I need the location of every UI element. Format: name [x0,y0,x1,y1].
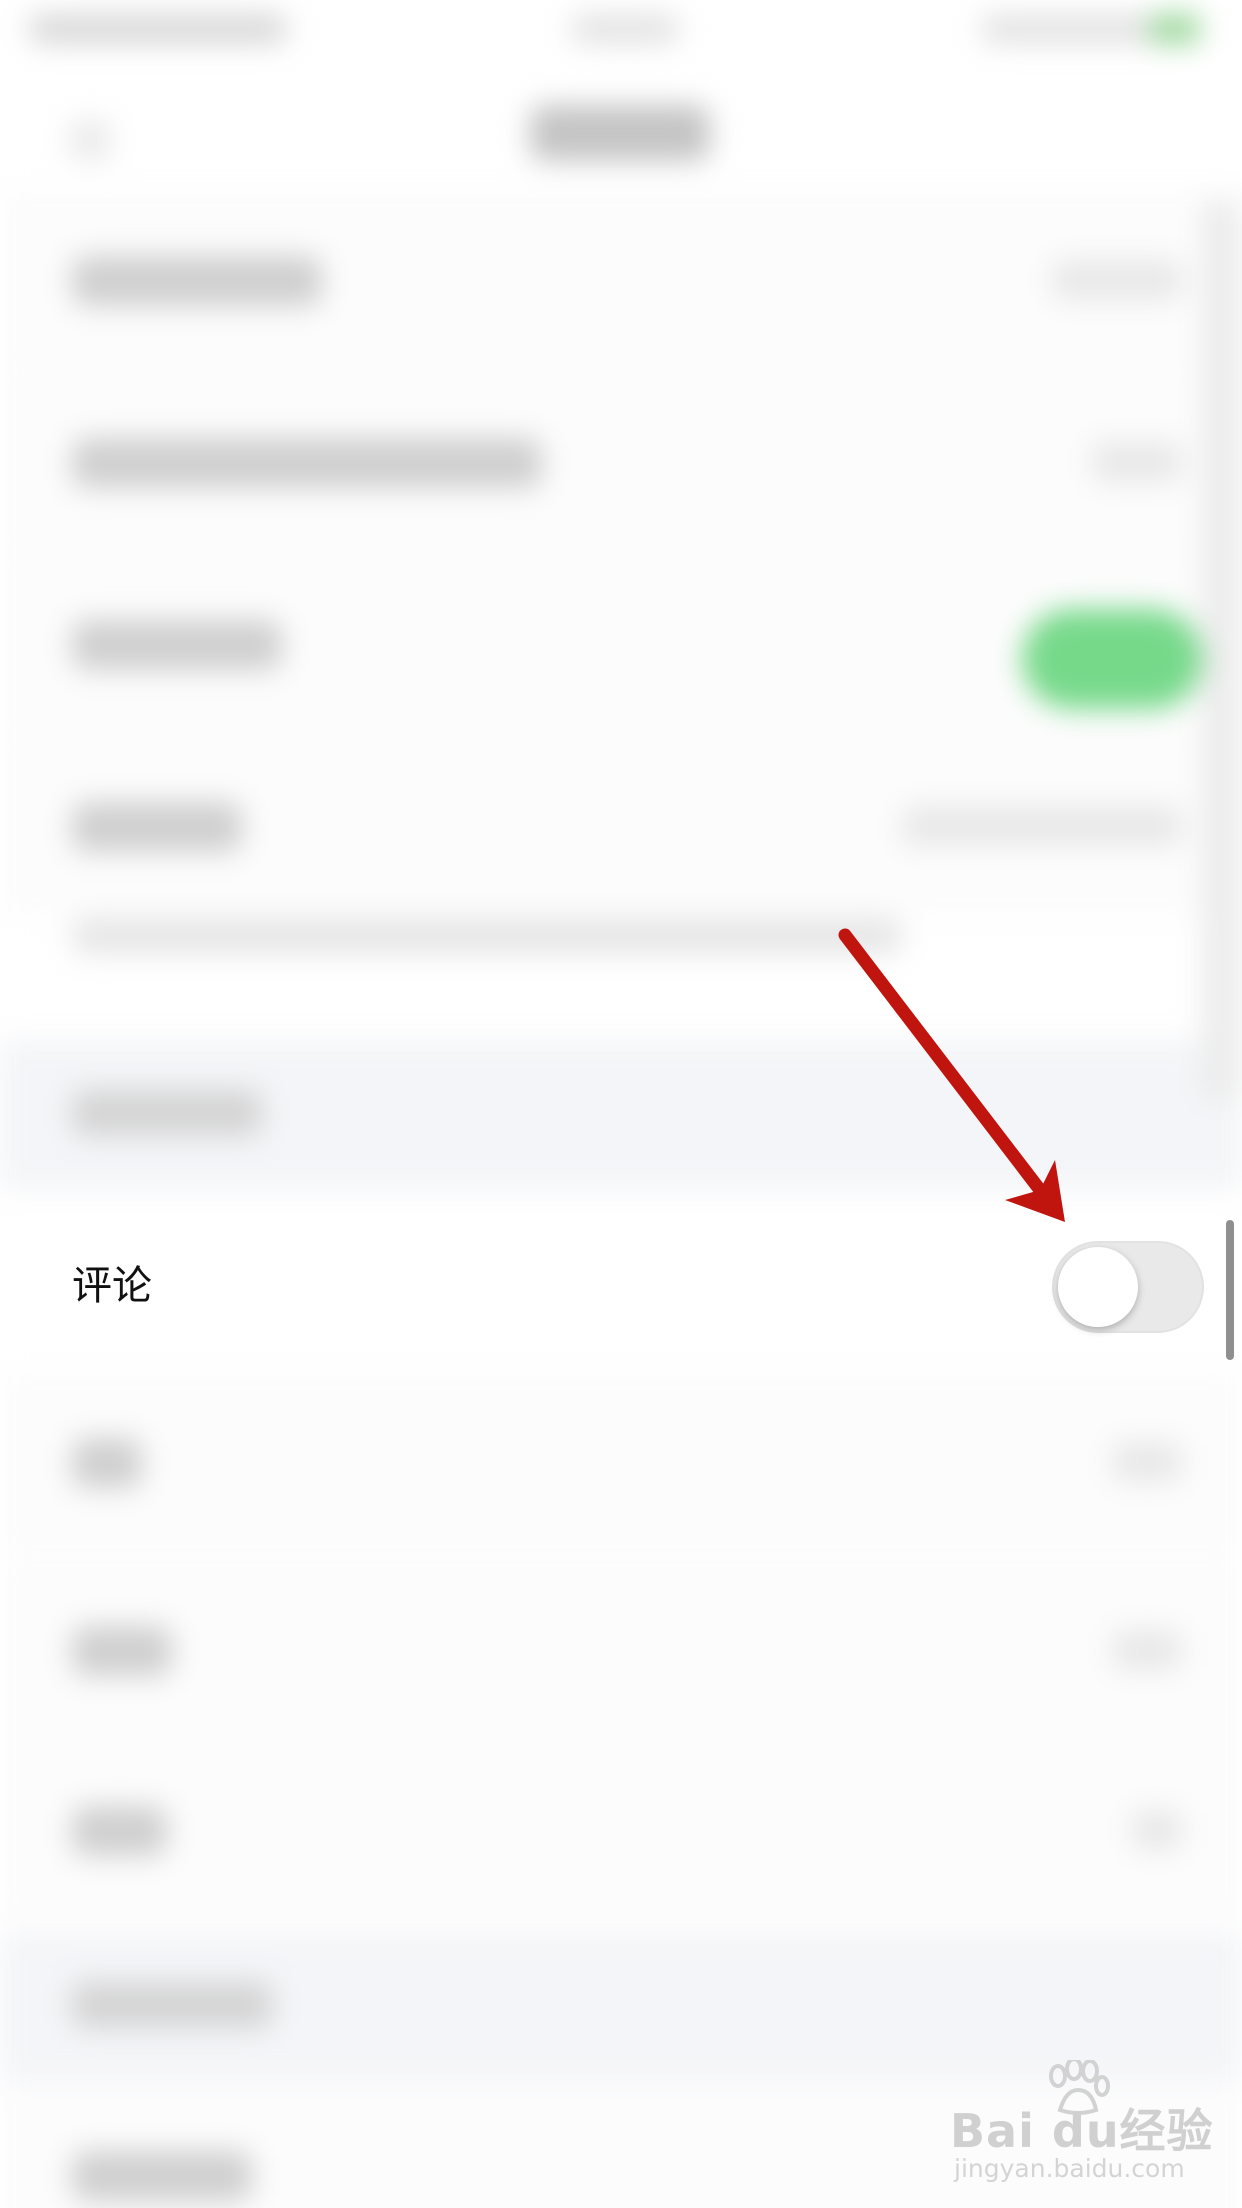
row-label [72,802,242,852]
row-value [1092,442,1182,482]
row-description [72,918,902,954]
settings-row[interactable] [0,372,1242,552]
battery-icon [1150,14,1200,44]
row-value [1052,260,1182,300]
row-label [72,2151,252,2201]
page-title [530,105,710,161]
edge-shadow [1202,200,1242,1100]
status-carrier [28,14,288,44]
row-label [72,620,282,670]
status-bar [0,0,1242,60]
row-label [72,438,542,488]
section-title [72,1982,272,2028]
settings-screen: 评论 Bai du经验 jingyan.baidu.com [0,0,1242,2208]
settings-row[interactable] [0,190,1242,370]
settings-row[interactable] [0,1740,1242,1920]
section-header [0,1040,1242,1190]
row-value [1132,1810,1182,1850]
settings-row[interactable] [0,1372,1242,1552]
row-value [1112,1442,1182,1482]
comment-label: 评论 [72,1263,152,1309]
section-title [72,1090,262,1136]
row-label [72,1806,167,1856]
toggle-switch[interactable] [1022,609,1202,709]
back-icon[interactable] [70,120,110,160]
toggle-knob [1058,1247,1138,1327]
comment-setting-row[interactable]: 评论 [0,1224,1242,1352]
settings-row[interactable] [0,736,1242,916]
row-label [72,1626,172,1676]
nav-bar [0,70,1242,190]
row-label [72,1438,142,1488]
status-time [570,14,680,44]
blurred-content [0,0,1242,2208]
watermark-brand: Bai du经验 [950,2104,1214,2158]
settings-row[interactable] [0,554,1242,734]
row-label [72,256,322,306]
scroll-indicator[interactable] [1226,1220,1234,1360]
settings-row[interactable] [0,1560,1242,1740]
watermark-url: jingyan.baidu.com [954,2154,1185,2183]
comment-toggle[interactable] [1052,1241,1204,1333]
row-value [1112,1630,1182,1670]
watermark: Bai du经验 jingyan.baidu.com [950,2060,1230,2190]
row-value [902,806,1182,846]
